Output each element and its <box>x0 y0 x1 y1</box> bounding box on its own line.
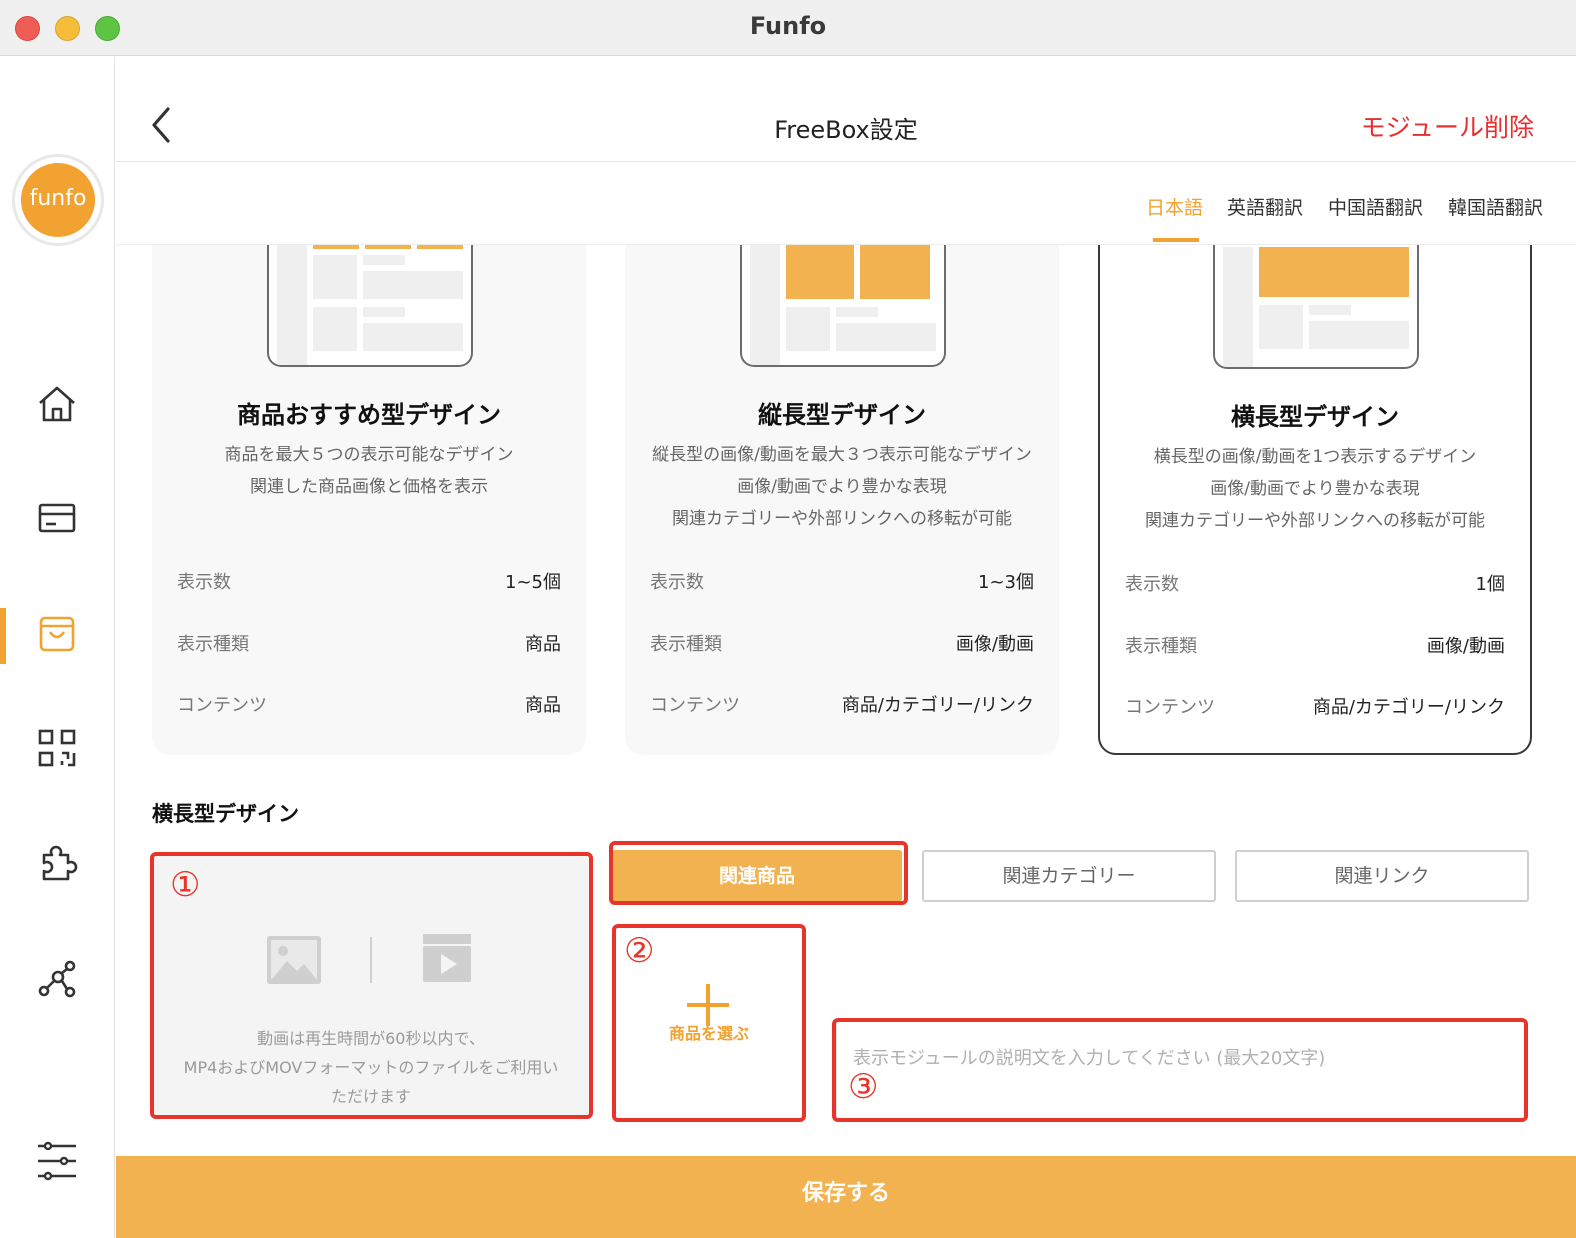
spec-value: 画像/動画 <box>1426 636 1505 657</box>
annotation-number-1: ① <box>170 865 201 905</box>
select-product-label: 商品を選ぶ <box>668 1024 749 1043</box>
design-card-horizontal[interactable]: 横長型デザイン 横長型の画像/動画を1つ表示するデザイン 画像/動画でより豊かな… <box>1098 245 1532 755</box>
card-icon <box>38 503 76 533</box>
language-tabs: 日本語 英語翻訳 中国語翻訳 韓国語翻訳 <box>116 163 1576 245</box>
section-title: 横長型デザイン <box>152 802 299 826</box>
media-hint: MP4およびMOVフォーマットのファイルをご利用い <box>183 1058 559 1077</box>
card-description: 関連カテゴリーや外部リンクへの移転が可能 <box>1145 511 1485 531</box>
spec-label: コンテンツ <box>177 695 267 716</box>
related-links-tab[interactable]: 関連リンク <box>1235 850 1529 902</box>
card-description: 画像/動画でより豊かな表現 <box>737 477 947 497</box>
video-icon <box>423 934 471 982</box>
active-tab-underline <box>1153 238 1199 242</box>
spec-value: 画像/動画 <box>955 634 1034 655</box>
spec-value: 商品 <box>525 695 561 716</box>
card-description: 縦長型の画像/動画を最大３つ表示可能なデザイン <box>652 445 1032 465</box>
spec-label: 表示種類 <box>650 634 722 655</box>
annotation-number-3: ③ <box>848 1067 879 1107</box>
spec-label: 表示種類 <box>1125 636 1197 657</box>
main-content: 商品おすすめ型デザイン 商品を最大５つの表示可能なデザイン 関連した商品画像と価… <box>116 245 1576 1156</box>
share-nodes-icon <box>38 960 76 998</box>
sidebar-item-settings[interactable] <box>36 1140 78 1182</box>
spec-label: コンテンツ <box>650 695 740 716</box>
media-divider <box>370 937 372 983</box>
card-description: 横長型の画像/動画を1つ表示するデザイン <box>1153 447 1477 467</box>
page-header: FreeBox設定 モジュール削除 <box>116 57 1576 162</box>
sidebar: funfo <box>0 57 115 1238</box>
design-card-vertical[interactable]: 縦長型デザイン 縦長型の画像/動画を最大３つ表示可能なデザイン 画像/動画でより… <box>625 245 1059 755</box>
spec-label: 表示種類 <box>177 634 249 655</box>
app-window: Funfo funfo FreeBox設定 モジュール削除 日本語 英語翻訳 中… <box>0 0 1576 1238</box>
qr-code-icon <box>38 729 76 767</box>
media-hint: 動画は再生時間が60秒以内で、 <box>257 1029 485 1048</box>
sidebar-item-plugins[interactable] <box>36 843 78 885</box>
spec-label: コンテンツ <box>1125 697 1215 718</box>
card-description: 関連カテゴリーや外部リンクへの移転が可能 <box>672 509 1012 529</box>
spec-value: 1~5個 <box>505 572 561 593</box>
module-description-input[interactable] <box>836 1021 1526 1119</box>
spec-value: 1個 <box>1475 574 1505 595</box>
tab-english[interactable]: 英語翻訳 <box>1227 193 1303 220</box>
tab-korean[interactable]: 韓国語翻訳 <box>1448 193 1543 220</box>
sliders-icon <box>38 1141 76 1181</box>
image-icon <box>267 936 321 984</box>
related-products-tab[interactable]: 関連商品 <box>612 850 902 902</box>
home-icon <box>39 386 75 422</box>
active-nav-indicator <box>0 608 6 664</box>
card-description: 画像/動画でより豊かな表現 <box>1210 479 1420 499</box>
related-categories-tab[interactable]: 関連カテゴリー <box>922 850 1216 902</box>
puzzle-icon <box>42 845 78 881</box>
media-upload-area[interactable]: 動画は再生時間が60秒以内で、 MP4およびMOVフォーマットのファイルをご利用… <box>152 855 590 1115</box>
sidebar-item-home[interactable] <box>36 383 78 425</box>
tab-chinese[interactable]: 中国語翻訳 <box>1328 193 1423 220</box>
spec-label: 表示数 <box>177 572 231 593</box>
design-preview <box>1213 245 1419 369</box>
page-title: FreeBox設定 <box>774 116 918 144</box>
window-title: Funfo <box>749 12 827 40</box>
spec-label: 表示数 <box>1125 574 1179 595</box>
sidebar-item-shop[interactable] <box>36 612 78 654</box>
logo-text: funfo <box>21 163 95 237</box>
card-title: 商品おすすめ型デザイン <box>237 401 501 429</box>
spec-label: 表示数 <box>650 572 704 593</box>
delete-module-button[interactable]: モジュール削除 <box>1361 108 1534 144</box>
sidebar-item-network[interactable] <box>36 957 78 999</box>
annotation-number-2: ② <box>624 931 655 971</box>
spec-value: 1~3個 <box>978 572 1034 593</box>
spec-value: 商品/カテゴリー/リンク <box>1312 697 1505 718</box>
card-title: 横長型デザイン <box>1231 403 1399 431</box>
sidebar-item-card[interactable] <box>36 497 78 539</box>
spec-value: 商品 <box>525 634 561 655</box>
sidebar-item-qr[interactable] <box>36 727 78 769</box>
design-preview <box>267 245 473 367</box>
media-hint: ただけます <box>330 1087 411 1106</box>
funfo-logo[interactable]: funfo <box>12 154 104 246</box>
card-description: 関連した商品画像と価格を表示 <box>250 477 488 497</box>
spec-value: 商品/カテゴリー/リンク <box>841 695 1034 716</box>
design-preview <box>740 245 946 367</box>
save-button[interactable]: 保存する <box>116 1156 1576 1238</box>
card-title: 縦長型デザイン <box>758 401 926 429</box>
design-card-recommend[interactable]: 商品おすすめ型デザイン 商品を最大５つの表示可能なデザイン 関連した商品画像と価… <box>152 245 586 755</box>
shopping-bag-icon <box>39 616 75 652</box>
card-description: 商品を最大５つの表示可能なデザイン <box>224 445 514 465</box>
title-bar: Funfo <box>0 0 1576 56</box>
tab-japanese[interactable]: 日本語 <box>1146 193 1203 220</box>
